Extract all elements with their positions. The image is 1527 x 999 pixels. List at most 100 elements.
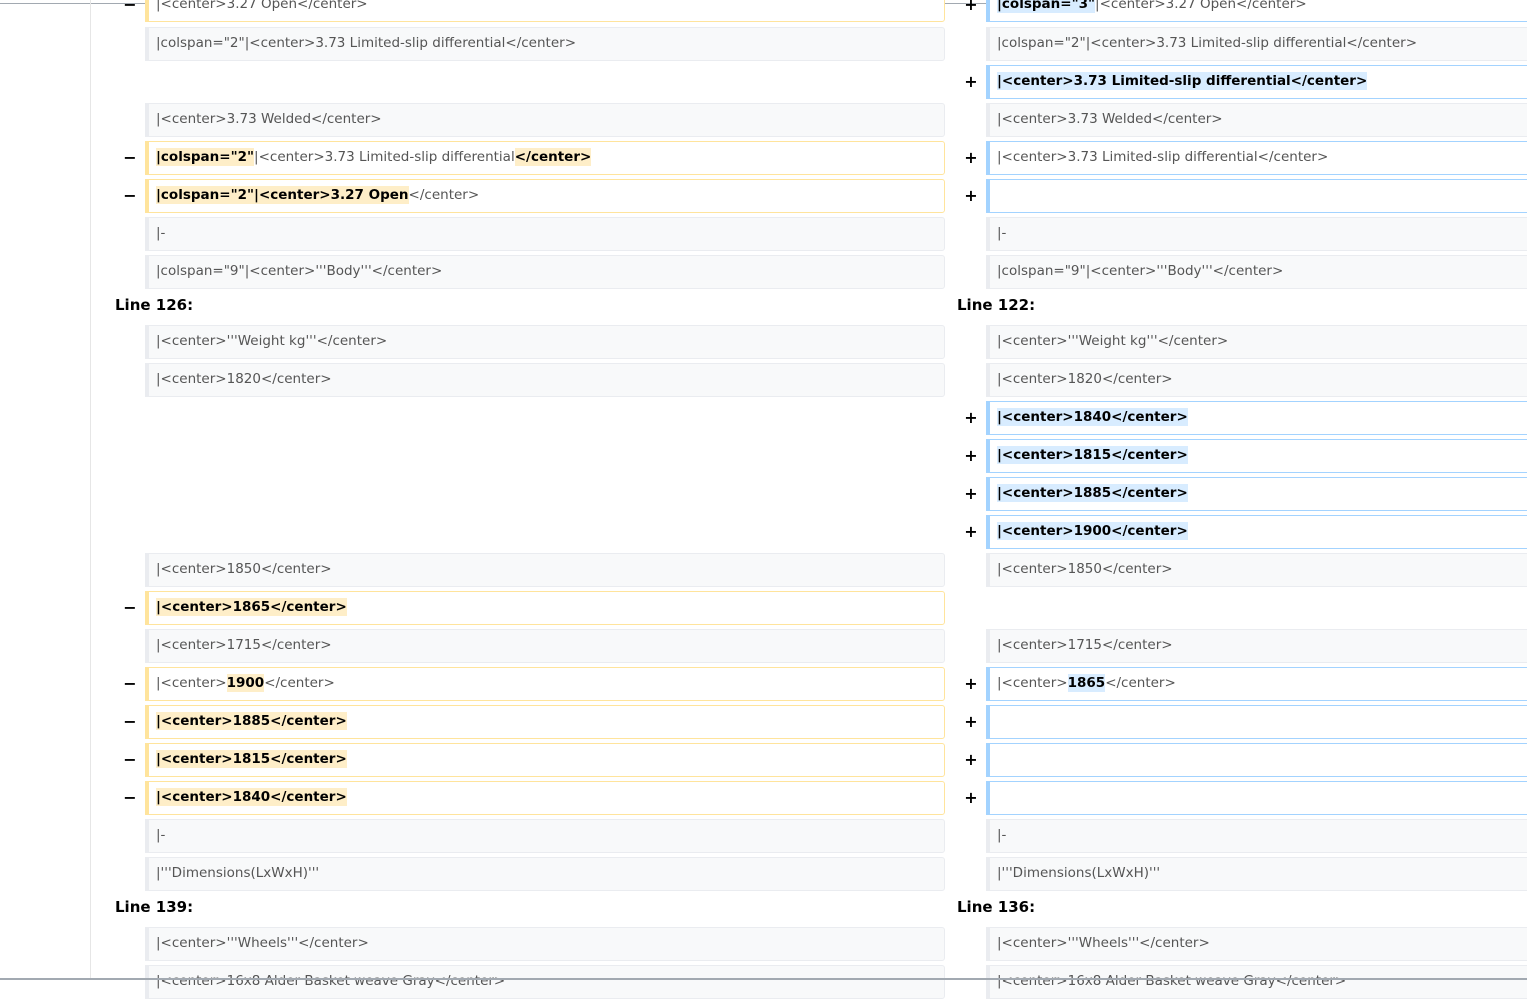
deletion-marker: − — [123, 598, 137, 617]
context-line: |<center>'''Wheels'''</center> — [986, 927, 1527, 961]
deleted-line: |<center>1840</center> — [145, 781, 945, 815]
addition-marker: + — [964, 750, 978, 769]
context-line: |<center>1715</center> — [986, 629, 1527, 663]
line-text: |<center>3.73 Limited-slip differential<… — [997, 149, 1329, 165]
changed-text: |<center>1885</center> — [997, 484, 1188, 502]
deleted-line: |<center>1900</center> — [145, 667, 945, 701]
context-line: |colspan="9"|<center>'''Body'''</center> — [986, 255, 1527, 289]
context-line: |<center>'''Wheels'''</center> — [145, 927, 945, 961]
addition-marker: + — [964, 674, 978, 693]
line-text: |<center>3.73 Welded</center> — [156, 111, 382, 127]
context-line: |<center>'''Weight kg'''</center> — [145, 325, 945, 359]
context-line: |<center>1820</center> — [145, 363, 945, 397]
context-line: |colspan="9"|<center>'''Body'''</center> — [145, 255, 945, 289]
line-text: |<center>1820</center> — [156, 371, 332, 387]
context-line: |<center>1850</center> — [986, 553, 1527, 587]
changed-text: |<center>3.73 Limited-slip differential<… — [997, 72, 1368, 90]
context-line: |<center>3.73 Welded</center> — [986, 103, 1527, 137]
line-text: |<center>3.73 Welded</center> — [997, 111, 1223, 127]
line-text: |<center>3.73 Limited-slip differential — [254, 149, 515, 165]
line-text: |- — [156, 225, 166, 241]
added-line — [986, 781, 1527, 815]
added-line: |<center>1885</center> — [986, 477, 1527, 511]
line-text: |<center>'''Weight kg'''</center> — [156, 333, 388, 349]
line-text: |'''Dimensions(LxWxH)''' — [997, 865, 1161, 881]
line-text: |<center>'''Wheels'''</center> — [997, 935, 1210, 951]
added-line: |<center>1840</center> — [986, 401, 1527, 435]
deletion-marker: − — [123, 186, 137, 205]
line-text: |- — [997, 827, 1007, 843]
line-text: |<center>1820</center> — [997, 371, 1173, 387]
context-line: |<center>1850</center> — [145, 553, 945, 587]
sidebar-edge — [90, 0, 91, 980]
changed-text: |<center>1885</center> — [156, 712, 347, 730]
changed-text: |<center>1900</center> — [997, 522, 1188, 540]
context-line: |- — [986, 217, 1527, 251]
addition-marker: + — [964, 484, 978, 503]
context-line: |'''Dimensions(LxWxH)''' — [145, 857, 945, 891]
line-text: |<center> — [997, 675, 1068, 691]
context-line: |- — [145, 819, 945, 853]
changed-text: |colspan="2"|<center>3.27 Open — [156, 186, 409, 204]
changed-text: |<center>1815</center> — [156, 750, 347, 768]
context-line: |<center>3.73 Welded</center> — [145, 103, 945, 137]
line-text: </center> — [408, 187, 480, 203]
deletion-marker: − — [123, 0, 137, 14]
context-line: |<center>1820</center> — [986, 363, 1527, 397]
addition-marker: + — [964, 186, 978, 205]
deleted-line: |<center>3.27 Open</center> — [145, 0, 945, 22]
context-line: |<center>1715</center> — [145, 629, 945, 663]
line-text: |colspan="9"|<center>'''Body'''</center> — [156, 263, 443, 279]
line-text: |'''Dimensions(LxWxH)''' — [156, 865, 320, 881]
changed-text: 1865 — [1067, 674, 1106, 692]
changed-text: </center> — [514, 148, 592, 166]
added-line: |<center>3.73 Limited-slip differential<… — [986, 141, 1527, 175]
line-text: |<center>1850</center> — [156, 561, 332, 577]
line-text: |<center>'''Wheels'''</center> — [156, 935, 369, 951]
added-line — [986, 705, 1527, 739]
line-text: </center> — [1105, 675, 1176, 691]
changed-text: 1900 — [226, 674, 265, 692]
line-number-left: Line 139: — [115, 898, 194, 916]
changed-text: |colspan="3" — [997, 0, 1096, 13]
context-line: |<center>16x8 Alder Basket weave Gray</c… — [145, 965, 945, 999]
addition-marker: + — [964, 148, 978, 167]
line-text: |<center>1715</center> — [997, 637, 1173, 653]
added-line: |<center>3.73 Limited-slip differential<… — [986, 65, 1527, 99]
context-line: |- — [986, 819, 1527, 853]
deletion-marker: − — [123, 750, 137, 769]
line-text: |<center>16x8 Alder Basket weave Gray</c… — [156, 973, 506, 989]
changed-text: |colspan="2" — [156, 148, 255, 166]
context-line: |colspan="2"|<center>3.73 Limited-slip d… — [145, 27, 945, 61]
line-text: |- — [997, 225, 1007, 241]
changed-text: |<center>1840</center> — [997, 408, 1188, 426]
line-text: |<center>1850</center> — [997, 561, 1173, 577]
line-text: |<center>3.27 Open</center> — [156, 0, 368, 12]
addition-marker: + — [964, 522, 978, 541]
deleted-line: |<center>1865</center> — [145, 591, 945, 625]
context-line: |<center>16x8 Alder Basket weave Gray</c… — [986, 965, 1527, 999]
added-line — [986, 743, 1527, 777]
line-text: |<center>'''Weight kg'''</center> — [997, 333, 1229, 349]
line-text: |<center>1715</center> — [156, 637, 332, 653]
line-text: |colspan="2"|<center>3.73 Limited-slip d… — [156, 35, 577, 51]
addition-marker: + — [964, 0, 978, 14]
addition-marker: + — [964, 446, 978, 465]
addition-marker: + — [964, 72, 978, 91]
deleted-line: |colspan="2"|<center>3.27 Open</center> — [145, 179, 945, 213]
deleted-line: |<center>1815</center> — [145, 743, 945, 777]
context-line: |- — [145, 217, 945, 251]
context-line: |<center>'''Weight kg'''</center> — [986, 325, 1527, 359]
added-line: |colspan="3"|<center>3.27 Open</center> — [986, 0, 1527, 22]
added-line: |<center>1900</center> — [986, 515, 1527, 549]
line-text: |<center>3.27 Open</center> — [1095, 0, 1307, 12]
addition-marker: + — [964, 788, 978, 807]
addition-marker: + — [964, 408, 978, 427]
added-line — [986, 179, 1527, 213]
deletion-marker: − — [123, 148, 137, 167]
deletion-marker: − — [123, 712, 137, 731]
line-text: |colspan="9"|<center>'''Body'''</center> — [997, 263, 1284, 279]
line-number-left: Line 126: — [115, 296, 194, 314]
context-line: |'''Dimensions(LxWxH)''' — [986, 857, 1527, 891]
line-number-right: Line 122: — [957, 296, 1036, 314]
